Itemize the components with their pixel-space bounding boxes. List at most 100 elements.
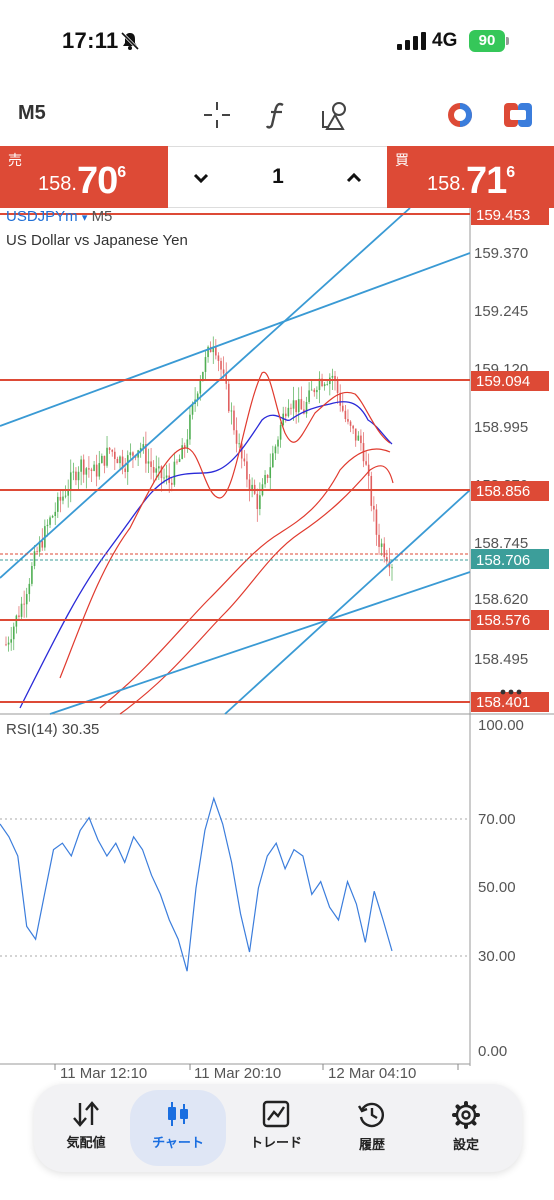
rsi-indicator-label: RSI(14) 30.35 [6, 721, 100, 738]
trade-toggle-icon[interactable] [501, 98, 535, 132]
candle-body [235, 430, 238, 444]
candle-body [243, 458, 246, 462]
time-tick: 11 Mar 20:10 [194, 1065, 281, 1082]
current-price-tag: 158.706 [471, 549, 549, 569]
candle-body [227, 383, 230, 412]
candle-body [116, 458, 119, 464]
status-bar: 17:11 4G 90 [0, 0, 554, 84]
lot-selector: 1 [168, 146, 387, 208]
candle-body [49, 517, 51, 525]
buy-button[interactable]: 買 158.716 [387, 146, 554, 208]
candle-body [233, 410, 235, 431]
candle-body [54, 511, 57, 517]
ma-mid-line [99, 448, 391, 709]
lot-decrease-button[interactable] [186, 163, 216, 193]
svg-text:158.706: 158.706 [476, 552, 530, 569]
candle-body [378, 534, 380, 547]
candle-body [173, 461, 176, 485]
svg-text:158.576: 158.576 [476, 612, 530, 629]
candle-body [64, 495, 67, 497]
candle-body [25, 594, 28, 605]
nav-settings[interactable]: 設定 [418, 1090, 514, 1166]
candle-body [147, 461, 150, 464]
candle-body [119, 456, 121, 464]
price-tick: 158.995 [474, 419, 528, 436]
candle-body [349, 421, 352, 426]
chart-symbol-label[interactable]: USDJPYm ▾ M5 [6, 208, 112, 225]
candle-body [308, 390, 310, 402]
lot-value[interactable]: 1 [258, 165, 298, 189]
candle-body [150, 461, 152, 468]
candle-body [101, 455, 103, 464]
candle-body [163, 477, 165, 479]
price-tick: 158.620 [474, 591, 528, 608]
candle-body [313, 389, 316, 393]
candle-body [272, 453, 274, 468]
pane-menu-dots[interactable] [500, 689, 522, 695]
candle-body [12, 626, 15, 640]
candle-body [323, 384, 326, 387]
candle-body [277, 439, 279, 447]
candle-body [220, 360, 222, 370]
candle-body [124, 468, 126, 472]
candle-body [373, 505, 375, 510]
candle-body [386, 557, 388, 562]
candle-body [80, 459, 82, 472]
candle-body [336, 380, 339, 393]
one-click-trade-bar: 売 158.706 1 買 158.716 [0, 146, 554, 208]
candle-body [57, 496, 59, 512]
candle-body [90, 469, 93, 471]
candle-body [347, 419, 349, 422]
candle-body [352, 425, 354, 429]
function-f-icon[interactable] [260, 98, 294, 132]
candle-body [10, 639, 12, 643]
chart-symbol-description: US Dollar vs Japanese Yen [6, 232, 188, 249]
candle-body [28, 583, 31, 595]
candle-body [181, 445, 183, 459]
candle-body [114, 451, 116, 459]
price-tick: 158.495 [474, 651, 528, 668]
candle-body [292, 400, 295, 409]
lot-increase-button[interactable] [339, 163, 369, 193]
chart-area[interactable]: 159.370 159.245 159.120 158.995 158.870 … [0, 208, 554, 1090]
nav-chart[interactable]: チャート [130, 1090, 226, 1166]
candle-body [326, 383, 329, 385]
candlestick-series [5, 336, 393, 652]
candle-body [391, 567, 393, 569]
candle-body [331, 375, 334, 378]
candle-body [15, 615, 18, 627]
candle-body [132, 452, 134, 456]
candle-body [20, 603, 23, 617]
candle-body [46, 524, 49, 527]
candle-body [129, 452, 132, 456]
price-tick: 159.245 [474, 303, 528, 320]
rsi-tick: 70.00 [478, 811, 516, 828]
candle-body [341, 405, 344, 411]
drawing-shapes-icon[interactable] [318, 98, 352, 132]
candle-body [7, 642, 10, 645]
candle-body [72, 471, 75, 473]
color-theme-icon[interactable] [443, 98, 477, 132]
nav-history[interactable]: 履歴 [324, 1090, 420, 1166]
candle-body [75, 471, 77, 481]
timeframe-button[interactable]: M5 [18, 102, 46, 125]
candle-body [88, 468, 90, 470]
nav-quotes[interactable]: 気配値 [38, 1090, 134, 1166]
signal-bars-icon [397, 32, 426, 50]
candle-body [375, 509, 378, 535]
svg-text:158.401: 158.401 [476, 694, 530, 711]
nav-trade[interactable]: トレード [228, 1090, 324, 1166]
candle-body [5, 644, 7, 646]
candle-body [266, 474, 269, 478]
network-type: 4G [432, 30, 458, 51]
chart-toolbar: M5 [0, 90, 554, 140]
candle-body [248, 479, 251, 490]
chevron-down-icon [193, 173, 209, 184]
bottom-navigation: 気配値 チャート トレード 履歴 設定 [34, 1084, 522, 1172]
buy-price: 158.716 [427, 160, 516, 202]
crosshair-icon[interactable] [200, 98, 234, 132]
candle-body [93, 464, 95, 471]
candle-body [155, 468, 158, 473]
battery-indicator: 90 [469, 30, 505, 52]
sell-button[interactable]: 売 158.706 [0, 146, 168, 208]
